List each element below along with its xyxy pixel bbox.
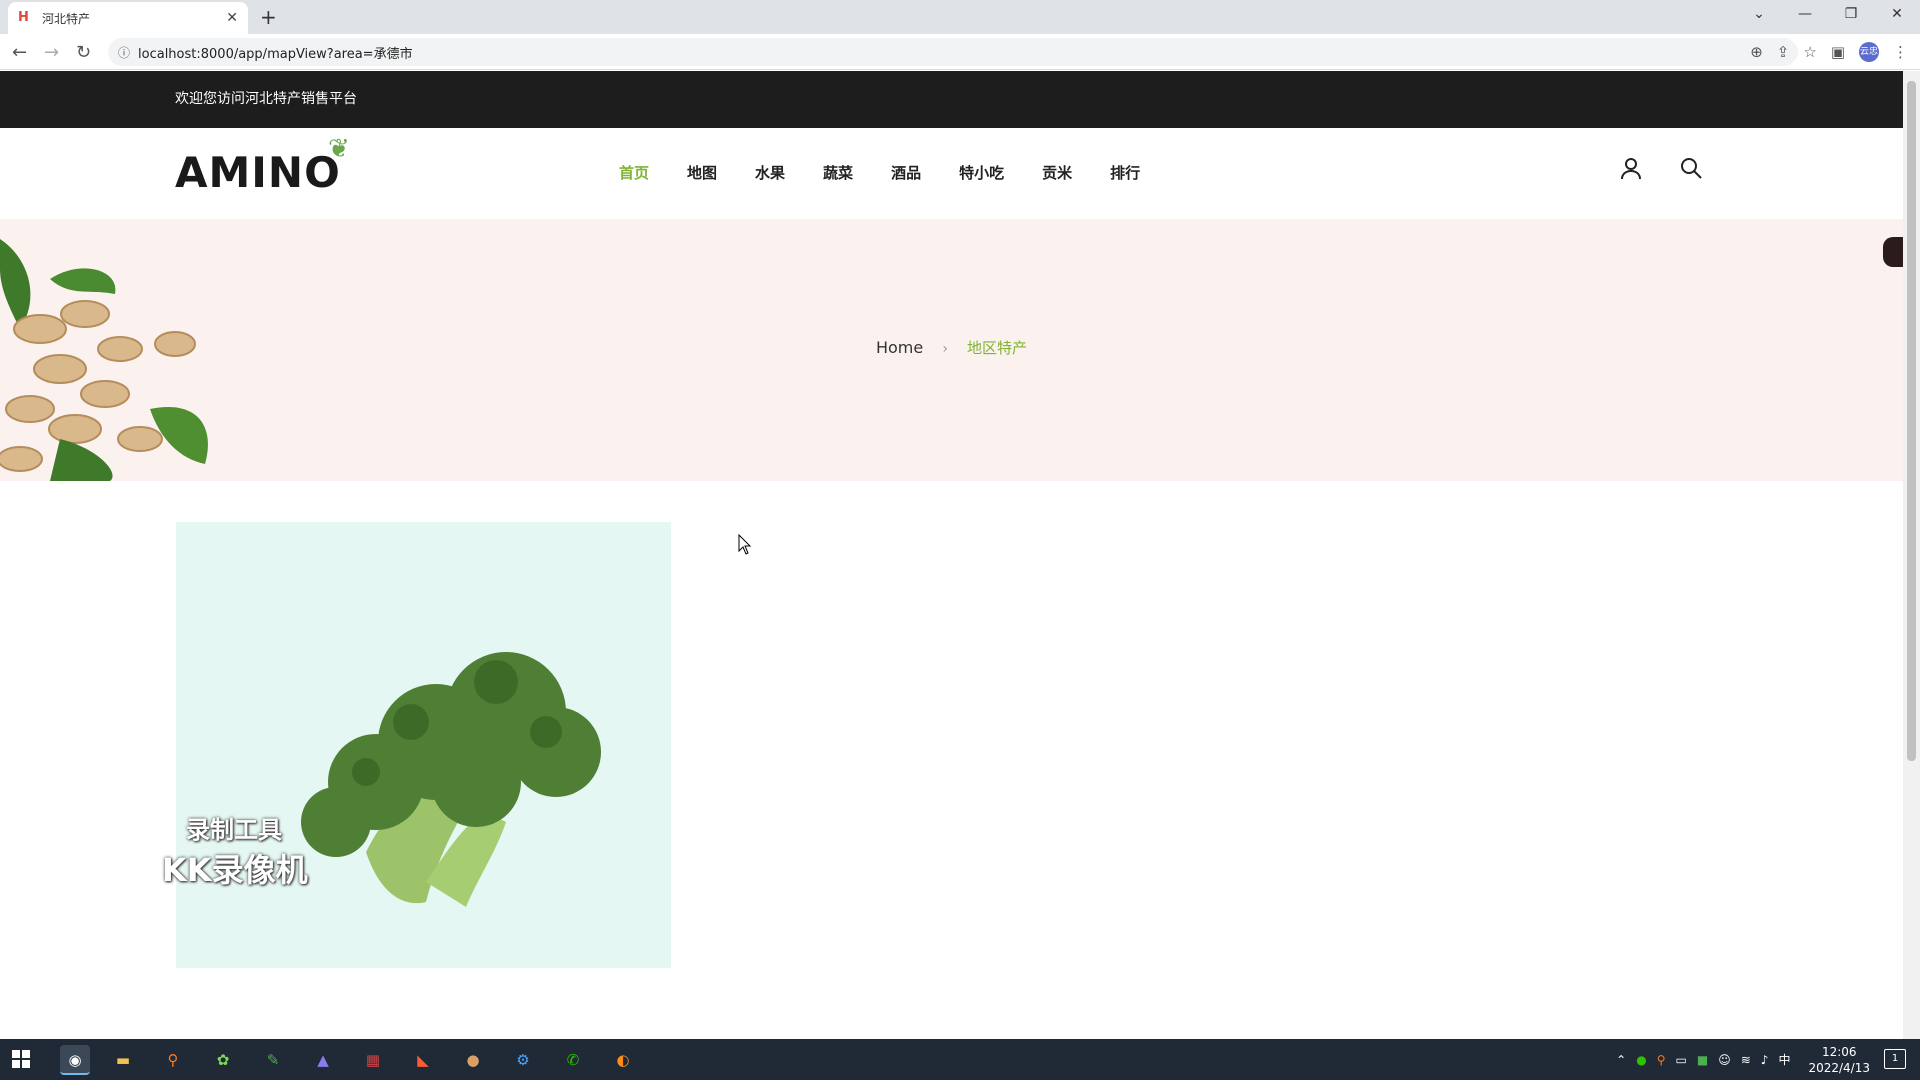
green-tray-icon[interactable]: ■: [1697, 1053, 1708, 1067]
search-icon[interactable]: [1679, 156, 1703, 180]
device-tray-icon[interactable]: ▭: [1676, 1053, 1687, 1067]
menu-dots-icon[interactable]: ⋮: [1893, 43, 1908, 61]
wechat-icon[interactable]: ✆: [558, 1045, 588, 1075]
ime-indicator[interactable]: 中: [1778, 1051, 1790, 1068]
page-scrollbar[interactable]: [1903, 71, 1920, 1039]
notepad-icon[interactable]: ✎: [258, 1045, 288, 1075]
volume-icon[interactable]: ♪: [1761, 1053, 1769, 1067]
page-banner: Home › 地区特产: [0, 219, 1903, 481]
windows-start-icon[interactable]: [12, 1050, 30, 1068]
menu-item-map[interactable]: 地图: [687, 162, 717, 183]
breadcrumb: Home › 地区特产: [0, 337, 1903, 358]
green-app-icon[interactable]: ✿: [208, 1045, 238, 1075]
minimize-button[interactable]: —: [1782, 0, 1828, 30]
bookmark-star-icon[interactable]: ☆: [1803, 43, 1816, 61]
header-icons: [1619, 156, 1703, 180]
broccoli-image: [301, 652, 601, 907]
wifi-icon[interactable]: ≋: [1741, 1053, 1751, 1067]
mouse-cursor-icon: [738, 534, 752, 555]
restore-button[interactable]: ❐: [1828, 0, 1874, 30]
recorder-watermark: 录制工具 KK录像机: [162, 810, 308, 891]
window-controls: ⌄ — ❐ ✕: [1736, 0, 1920, 30]
red-app-icon[interactable]: ◣: [408, 1045, 438, 1075]
close-window-button[interactable]: ✕: [1874, 0, 1920, 30]
taskbar: ◉ ▬ ⚲ ✿ ✎ ▲ ▦ ◣ ● ⚙ ✆ ◐ ⌃ ● ⚲ ▭ ■ ☺ ≋ ♪ …: [0, 1039, 1920, 1080]
mountain-app-icon[interactable]: ▲: [308, 1045, 338, 1075]
address-bar-actions: ⊕ ⇪ ☆ ▣ 云忠 ⋮: [1750, 42, 1908, 62]
site-header: AMINO ❦ 首页 地图 水果 蔬菜 酒品 特小吃 贡米 排行: [0, 128, 1903, 219]
file-explorer-icon[interactable]: ▬: [108, 1045, 138, 1075]
tab-title: 河北特产: [42, 11, 91, 26]
menu-item-liquor[interactable]: 酒品: [891, 162, 921, 183]
address-bar-row: ← → ↻ ⓘ localhost:8000/app/mapView?area=…: [0, 34, 1920, 70]
breadcrumb-home[interactable]: Home: [876, 338, 923, 357]
url-text: localhost:8000/app/mapView?area=承德市: [138, 46, 413, 62]
leaf-icon: ❦: [327, 134, 351, 164]
wechat-tray-icon[interactable]: ●: [1636, 1053, 1646, 1067]
favicon-icon: H: [18, 10, 29, 25]
zoom-icon[interactable]: ⊕: [1750, 43, 1763, 61]
logo-text: AMINO: [175, 148, 341, 197]
reload-icon[interactable]: ↻: [76, 42, 91, 63]
cherry-image: [1883, 237, 1903, 267]
clock-time: 12:06: [1821, 1044, 1857, 1059]
user-icon[interactable]: [1619, 156, 1643, 180]
scrollbar-thumb[interactable]: [1907, 81, 1916, 761]
product-card[interactable]: [176, 522, 671, 968]
side-panel-icon[interactable]: ▣: [1831, 43, 1845, 61]
new-tab-button[interactable]: +: [260, 5, 277, 29]
site-logo[interactable]: AMINO ❦: [175, 134, 350, 197]
url-field[interactable]: ⓘ localhost:8000/app/mapView?area=承德市: [108, 38, 1798, 66]
page-viewport: 欢迎您访问河北特产销售平台 AMINO ❦ 首页 地图 水果 蔬菜 酒品 特小吃…: [0, 71, 1903, 1039]
breadcrumb-current: 地区特产: [967, 339, 1028, 357]
welcome-bar: 欢迎您访问河北特产销售平台: [0, 71, 1903, 128]
tray-expand-icon[interactable]: ⌃: [1616, 1053, 1626, 1067]
clock[interactable]: 12:06 2022/4/13: [1808, 1044, 1870, 1076]
notification-center-icon[interactable]: 1: [1884, 1049, 1906, 1069]
tab-search-icon[interactable]: ⌄: [1736, 0, 1782, 30]
qq-tray-icon[interactable]: ☺: [1718, 1053, 1731, 1067]
back-icon[interactable]: ←: [12, 42, 27, 63]
chevron-right-icon: ›: [942, 341, 948, 357]
menu-item-fruit[interactable]: 水果: [755, 162, 785, 183]
network-app-icon[interactable]: ⚙: [508, 1045, 538, 1075]
menu-item-home[interactable]: 首页: [619, 162, 649, 183]
forward-icon[interactable]: →: [44, 42, 59, 63]
search-app-icon[interactable]: ⚲: [158, 1045, 188, 1075]
share-icon[interactable]: ⇪: [1777, 43, 1790, 61]
clock-date: 2022/4/13: [1808, 1060, 1870, 1075]
menu-item-ranking[interactable]: 排行: [1110, 162, 1140, 183]
browser-tab[interactable]: H 河北特产 ✕: [8, 2, 248, 34]
profile-avatar[interactable]: 云忠: [1859, 42, 1879, 62]
game-app-icon[interactable]: ▦: [358, 1045, 388, 1075]
watermark-line1: 录制工具: [186, 816, 282, 844]
avatar-app-icon[interactable]: ●: [458, 1045, 488, 1075]
browser-tab-strip: H 河北特产 ✕ + ⌄ — ❐ ✕: [0, 0, 1920, 34]
system-tray: ⌃ ● ⚲ ▭ ■ ☺ ≋ ♪ 中 12:06 2022/4/13: [1616, 1039, 1870, 1080]
watermark-line2: KK录像机: [162, 851, 308, 889]
main-menu: 首页 地图 水果 蔬菜 酒品 特小吃 贡米 排行: [619, 162, 1140, 183]
close-tab-icon[interactable]: ✕: [226, 10, 238, 26]
welcome-text: 欢迎您访问河北特产销售平台: [175, 91, 357, 107]
chrome-app-icon[interactable]: ◉: [60, 1045, 90, 1075]
recorder-app-icon[interactable]: ◐: [608, 1045, 638, 1075]
menu-item-rice[interactable]: 贡米: [1042, 162, 1072, 183]
search-tray-icon[interactable]: ⚲: [1657, 1053, 1666, 1067]
site-info-icon[interactable]: ⓘ: [118, 44, 130, 61]
menu-item-snacks[interactable]: 特小吃: [959, 162, 1004, 183]
menu-item-vegetables[interactable]: 蔬菜: [823, 162, 853, 183]
